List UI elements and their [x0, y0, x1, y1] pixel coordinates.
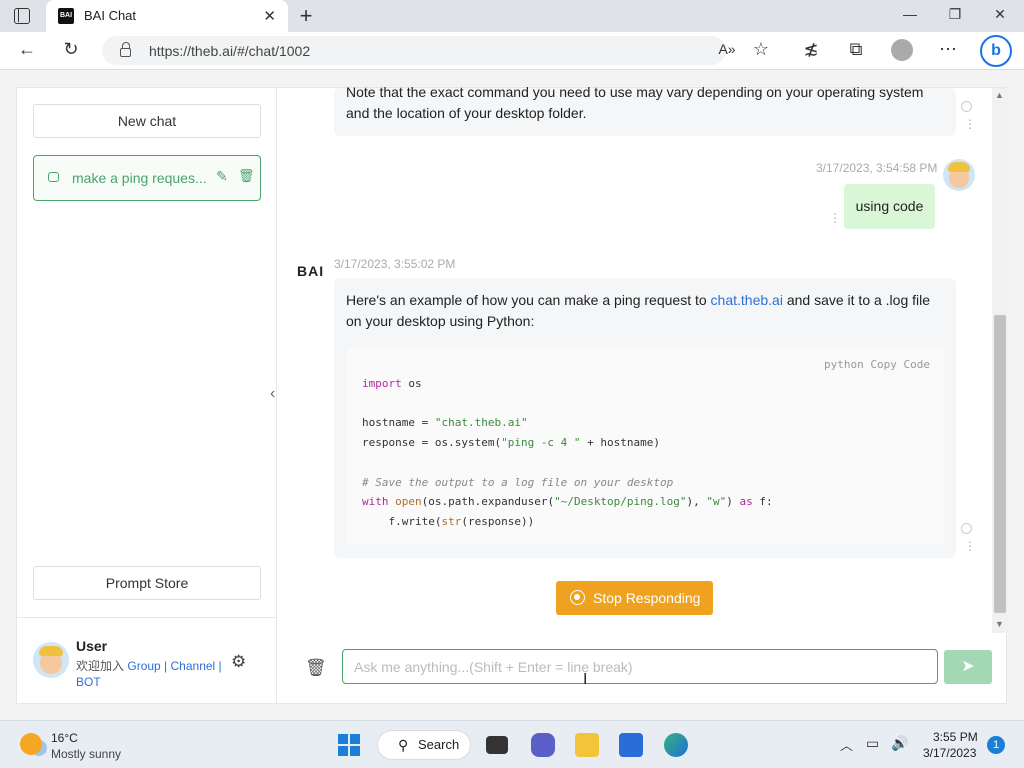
message-status-icon	[961, 101, 972, 112]
scroll-up-icon[interactable]: ▲	[995, 90, 1004, 100]
bai-logo: BAI	[297, 263, 325, 279]
settings-gear-icon[interactable]: ⚙	[231, 652, 246, 672]
clear-chat-trash-icon[interactable]: 🗑	[305, 658, 327, 678]
collapse-sidebar-icon[interactable]: ‹	[270, 385, 275, 403]
tray-overflow-icon[interactable]: ︿	[840, 735, 853, 754]
network-icon[interactable]: ▭	[866, 735, 879, 752]
new-chat-button[interactable]: New chat	[33, 104, 261, 138]
chat-link[interactable]: chat.theb.ai	[711, 292, 783, 308]
clock-date[interactable]: 3/17/2023	[923, 746, 976, 760]
send-button[interactable]: ➤	[944, 650, 992, 684]
group-link[interactable]: Group	[127, 659, 160, 673]
browser-navbar: ← ↻ https://theb.ai/#/chat/1002 A» ☆ ≴ ⧉…	[0, 32, 1024, 70]
more-icon[interactable]: ⋯	[937, 39, 959, 60]
favicon-icon: BAI	[58, 8, 74, 24]
user-message-timestamp: 3/17/2023, 3:54:58 PM	[816, 161, 938, 175]
message-status-icon	[961, 523, 972, 534]
close-tab-icon[interactable]: ✕	[263, 7, 276, 25]
search-icon: ⚲	[398, 737, 409, 753]
chat-item-label: make a ping reques...	[72, 170, 207, 186]
edge-icon[interactable]	[664, 733, 688, 757]
read-aloud-icon[interactable]: A»	[716, 41, 738, 57]
chat-scrollbar[interactable]: ▲ ▼	[992, 88, 1008, 633]
code-block: python Copy Code import os hostname = "c…	[346, 348, 944, 544]
join-text: 欢迎加入	[76, 659, 125, 673]
favorites-icon[interactable]: ≴	[800, 39, 822, 60]
text-cursor-icon: I	[583, 671, 588, 688]
prompt-store-button[interactable]: Prompt Store	[33, 566, 261, 600]
weather-description[interactable]: Mostly sunny	[51, 747, 121, 761]
user-message-menu-icon[interactable]: ⋮	[829, 212, 841, 224]
profile-icon[interactable]	[891, 39, 913, 61]
sidebar: New chat make a ping reques... ✎ 🗑 Promp…	[17, 88, 277, 703]
community-links: 欢迎加入 Group | Channel | BOT	[76, 659, 222, 689]
notification-badge[interactable]: 1	[987, 736, 1005, 754]
tab-actions-icon[interactable]	[14, 8, 30, 24]
start-icon[interactable]	[338, 734, 360, 756]
stop-responding-button[interactable]: Stop Responding	[556, 581, 713, 615]
volume-icon[interactable]: 🔊	[891, 735, 908, 752]
user-panel: User 欢迎加入 Group | Channel | BOT ⚙	[17, 617, 277, 703]
delete-chat-icon[interactable]: 🗑	[238, 168, 255, 184]
clock-time[interactable]: 3:55 PM	[933, 730, 978, 744]
avatar	[33, 642, 69, 678]
message-menu-icon[interactable]: ⋮	[964, 118, 976, 130]
scroll-down-icon[interactable]: ▼	[995, 619, 1004, 629]
add-favorite-icon[interactable]: ☆	[750, 39, 772, 60]
edit-icon[interactable]: ✎	[216, 168, 228, 185]
user-name: User	[76, 638, 108, 654]
chat-input[interactable]	[342, 649, 938, 684]
page-content: New chat make a ping reques... ✎ 🗑 Promp…	[0, 71, 1024, 720]
stop-icon	[570, 590, 585, 605]
bot-message-code: Here's an example of how you can make a …	[334, 278, 956, 558]
address-bar[interactable]: https://theb.ai/#/chat/1002	[102, 36, 726, 65]
user-avatar	[943, 159, 975, 191]
user-message: using code	[844, 184, 935, 229]
code-content: import os hostname = "chat.theb.ai" resp…	[362, 377, 773, 528]
chat-app: New chat make a ping reques... ✎ 🗑 Promp…	[16, 84, 1008, 704]
file-explorer-icon[interactable]	[575, 733, 599, 757]
message-menu-icon[interactable]: ⋮	[964, 540, 976, 552]
send-icon: ➤	[961, 658, 975, 675]
weather-sun-icon[interactable]	[20, 733, 42, 755]
stop-button-label: Stop Responding	[593, 590, 701, 606]
task-view-icon[interactable]	[486, 736, 508, 754]
refresh-icon[interactable]: ↻	[60, 39, 82, 60]
bot-message-text: Note that the exact command you need to …	[346, 84, 924, 121]
store-icon[interactable]	[619, 733, 643, 757]
code-header[interactable]: python Copy Code	[824, 354, 930, 375]
restore-icon[interactable]: ❐	[945, 6, 965, 23]
bot-message-text: Here's an example of how you can make a …	[346, 292, 931, 329]
search-label: Search	[418, 737, 460, 752]
url-text: https://theb.ai/#/chat/1002	[149, 43, 311, 59]
minimize-icon[interactable]: —	[900, 6, 920, 22]
close-window-icon[interactable]: ✕	[990, 6, 1010, 23]
taskbar-search[interactable]: ⚲ Search	[377, 730, 471, 760]
sidebar-chat-item[interactable]: make a ping reques... ✎ 🗑	[33, 155, 261, 201]
bot-message: Note that the exact command you need to …	[334, 84, 956, 136]
weather-temperature[interactable]: 16°C	[51, 731, 78, 745]
bing-icon[interactable]: b	[980, 35, 1012, 67]
back-icon[interactable]: ←	[16, 39, 38, 60]
browser-tab[interactable]: BAI BAI Chat ✕	[46, 0, 288, 32]
bot-message-timestamp: 3/17/2023, 3:55:02 PM	[334, 257, 456, 271]
bot-link[interactable]: BOT	[76, 675, 101, 689]
new-tab-icon[interactable]: +	[296, 3, 316, 29]
lock-icon	[120, 42, 131, 57]
browser-titlebar: BAI BAI Chat ✕ + — ❐ ✕	[0, 0, 1024, 32]
scroll-thumb[interactable]	[994, 315, 1006, 613]
chat-area: Note that the exact command you need to …	[278, 84, 1008, 703]
channel-link[interactable]: Channel	[171, 659, 216, 673]
tab-title: BAI Chat	[84, 8, 137, 23]
windows-taskbar: 16°C Mostly sunny ⚲ Search ︿ ▭ 🔊 3:55 PM…	[0, 720, 1024, 768]
chat-bubble-icon	[48, 172, 59, 182]
chat-app-icon[interactable]	[531, 733, 555, 757]
collections-icon[interactable]: ⧉	[845, 39, 867, 60]
